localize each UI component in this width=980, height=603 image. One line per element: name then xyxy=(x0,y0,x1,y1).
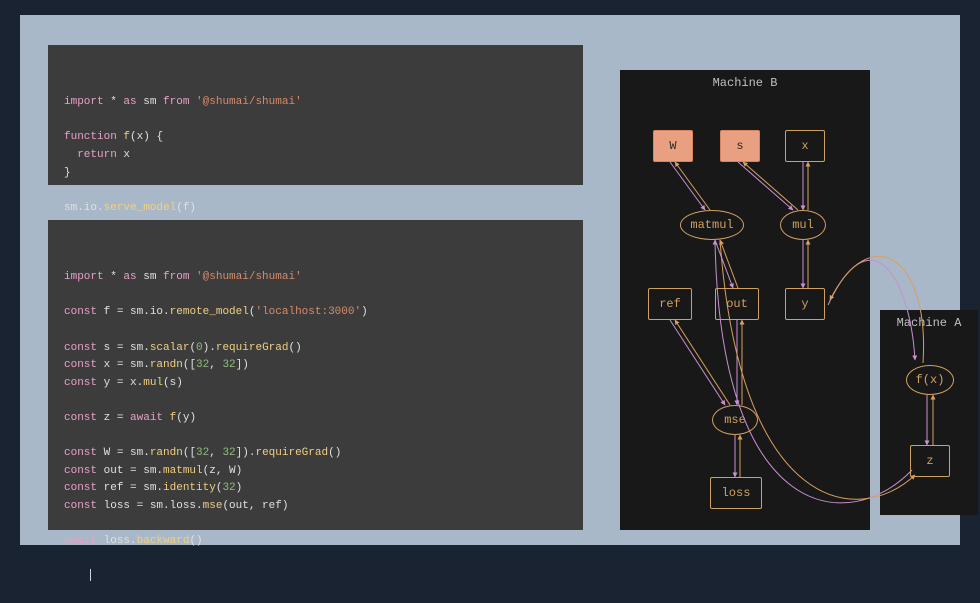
graph-b-node-ref: ref xyxy=(648,288,692,320)
graph-a-node-fx: f(x) xyxy=(906,365,954,395)
graph-b-node-s: s xyxy=(720,130,760,162)
code-server: import * as sm from '@shumai/shumai' fun… xyxy=(48,45,583,185)
graph-a-node-z: z xyxy=(910,445,950,477)
graph-a-edges xyxy=(880,310,978,515)
graph-machine-a: Machine A f(x) z xyxy=(880,310,978,515)
graph-b-node-out: out xyxy=(715,288,759,320)
cursor-icon xyxy=(90,569,91,581)
graph-b-node-loss: loss xyxy=(710,477,762,509)
code-client: import * as sm from '@shumai/shumai' con… xyxy=(48,220,583,530)
code-client-content: import * as sm from '@shumai/shumai' con… xyxy=(64,269,567,551)
graph-b-node-y: y xyxy=(785,288,825,320)
graph-b-node-mse: mse xyxy=(712,405,758,435)
graph-b-title: Machine B xyxy=(620,76,870,90)
graph-b-node-mul: mul xyxy=(780,210,826,240)
graph-a-title: Machine A xyxy=(880,316,978,330)
code-server-content: import * as sm from '@shumai/shumai' fun… xyxy=(64,94,567,217)
graph-b-node-x: x xyxy=(785,130,825,162)
graph-b-node-W: W xyxy=(653,130,693,162)
slide-canvas: import * as sm from '@shumai/shumai' fun… xyxy=(20,15,960,545)
graph-machine-b: Machine B xyxy=(620,70,870,530)
graph-b-node-matmul: matmul xyxy=(680,210,744,240)
